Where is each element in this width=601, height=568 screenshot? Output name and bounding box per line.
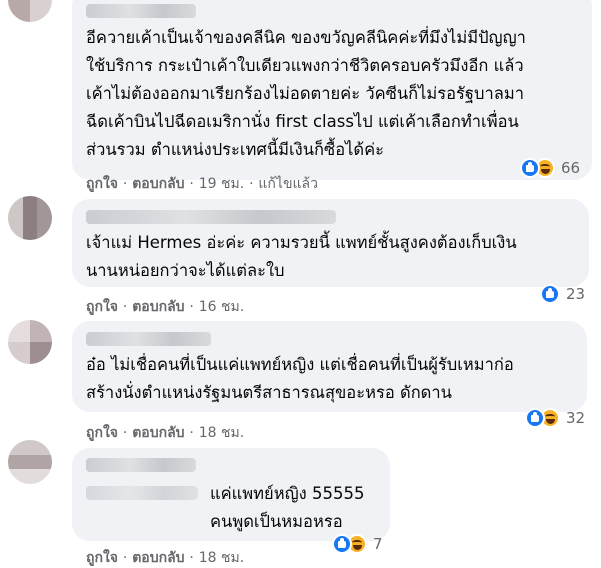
commenter-name[interactable] [86, 210, 336, 224]
edited-label[interactable]: แก้ไขแล้ว [258, 173, 318, 195]
reply-link[interactable]: ตอบกลับ [132, 296, 184, 318]
like-link[interactable]: ถูกใจ [86, 422, 118, 444]
comment-actions: ถูกใจ · ตอบกลับ · 16 ชม. [86, 296, 244, 318]
comment-bubble: แค่แพทย์หญิง 55555 คนพูดเป็นหมอหรอ [72, 448, 390, 541]
avatar[interactable] [8, 440, 52, 484]
commenter-name[interactable] [86, 4, 196, 18]
commenter-name-overflow [86, 486, 198, 500]
avatar[interactable] [8, 196, 52, 240]
timestamp[interactable]: 19 ชม. [199, 173, 244, 195]
comment-text: เจ้าแม่ Hermes อ่ะค่ะ ความรวยนี้ แพทย์ชั… [86, 233, 517, 280]
avatar[interactable] [8, 320, 52, 364]
reaction-summary[interactable]: 66 [520, 157, 580, 179]
comment-text: อ๋อ ไม่เชื่อคนที่เป็นแค่แพทย์หญิง แต่เชื… [86, 355, 514, 402]
reply-link[interactable]: ตอบกลับ [132, 547, 184, 568]
comment-bubble: อีควายเค้าเป็นเจ้าของคลีนิค ของขวัญคลีนิ… [72, 0, 592, 180]
commenter-name[interactable] [86, 458, 196, 472]
timestamp[interactable]: 18 ชม. [199, 422, 244, 444]
like-reaction-icon [525, 408, 545, 428]
like-reaction-icon [540, 284, 560, 304]
reaction-count: 66 [561, 159, 581, 177]
reaction-count: 23 [566, 285, 586, 303]
timestamp[interactable]: 18 ชม. [199, 547, 244, 568]
like-link[interactable]: ถูกใจ [86, 547, 118, 568]
comment-actions: ถูกใจ · ตอบกลับ · 18 ชม. [86, 422, 244, 444]
comment-text: แค่แพทย์หญิง 55555 คนพูดเป็นหมอหรอ [210, 484, 365, 531]
comment-bubble: อ๋อ ไม่เชื่อคนที่เป็นแค่แพทย์หญิง แต่เชื… [72, 321, 587, 412]
like-reaction-icon [332, 534, 352, 554]
reply-link[interactable]: ตอบกลับ [132, 173, 184, 195]
reaction-summary[interactable]: 32 [525, 407, 585, 429]
timestamp[interactable]: 16 ชม. [199, 296, 244, 318]
comment-actions: ถูกใจ · ตอบกลับ · 19 ชม. · แก้ไขแล้ว [86, 173, 318, 195]
commenter-name[interactable] [86, 332, 211, 346]
avatar[interactable] [8, 0, 52, 22]
comment-text: อีควายเค้าเป็นเจ้าของคลีนิค ของขวัญคลีนิ… [86, 28, 526, 159]
reaction-summary[interactable]: 23 [540, 283, 585, 305]
reply-link[interactable]: ตอบกลับ [132, 422, 184, 444]
like-reaction-icon [520, 158, 540, 178]
reaction-count: 32 [566, 409, 586, 427]
reaction-count: 7 [373, 535, 383, 553]
comment-bubble: เจ้าแม่ Hermes อ่ะค่ะ ความรวยนี้ แพทย์ชั… [72, 199, 589, 287]
comment-actions: ถูกใจ · ตอบกลับ · 18 ชม. [86, 547, 244, 568]
like-link[interactable]: ถูกใจ [86, 296, 118, 318]
reaction-summary[interactable]: 7 [332, 533, 383, 555]
like-link[interactable]: ถูกใจ [86, 173, 118, 195]
